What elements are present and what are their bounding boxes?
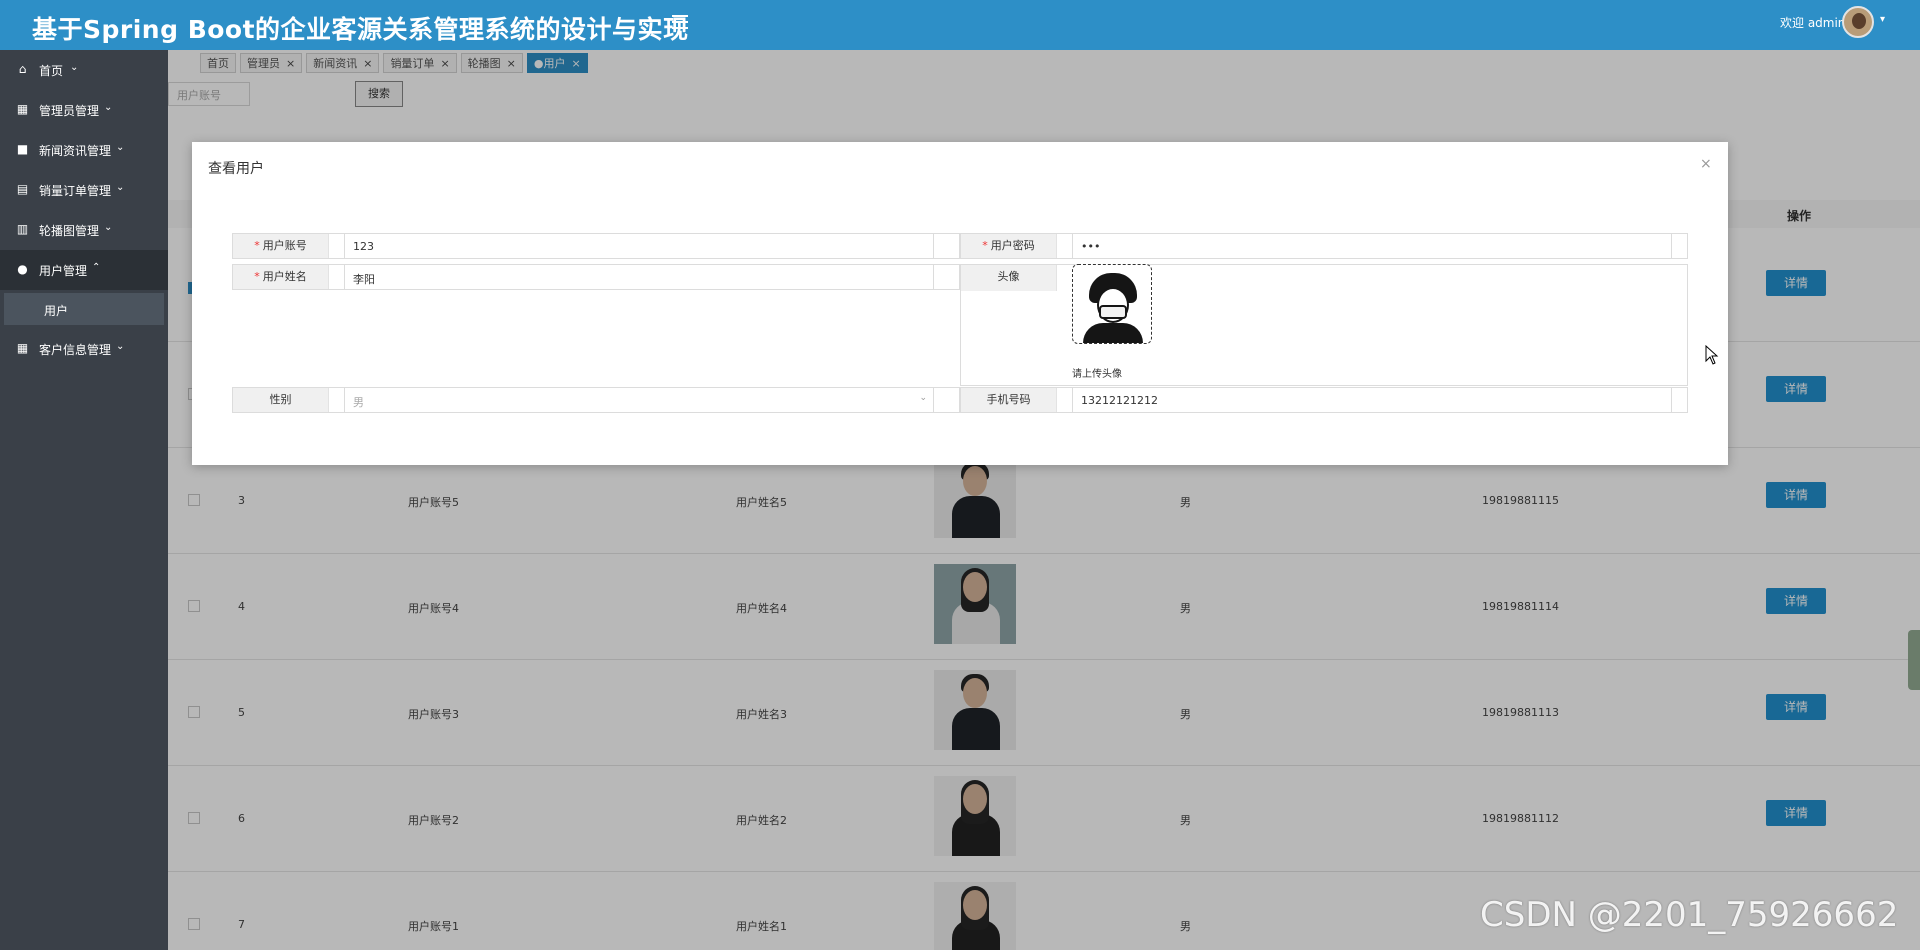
sidebar: ⌂ 首页 ⌄ ▦ 管理员管理 ⌄ ■ 新闻资讯管理 ⌄ ▤ 销量订单管理 ⌄ ▥… [0,50,168,950]
sidebar-item-admin[interactable]: ▦ 管理员管理 ⌄ [0,90,168,130]
welcome-text: 欢迎 admin [1780,16,1846,30]
sidebar-item-label: 轮播图管理 [39,224,100,238]
sidebar-item-label: 管理员管理 [39,104,100,118]
chevron-down-icon: ⌄ [104,222,113,233]
chevron-down-icon: ⌄ [919,393,927,403]
required-mark: * [254,270,260,283]
sidebar-item-news[interactable]: ■ 新闻资讯管理 ⌄ [0,130,168,170]
chevron-up-icon: ⌃ [92,262,101,273]
required-mark: * [254,239,260,252]
sidebar-item-home[interactable]: ⌂ 首页 ⌄ [0,50,168,90]
chevron-down-icon: ⌄ [116,341,125,352]
app-title: 基于Spring Boot的企业客源关系管理系统的设计与实现 [32,15,689,44]
sex-value: 男 [353,396,364,409]
password-label: * 用户密码 [961,234,1057,258]
home-icon: ⌂ [18,62,27,76]
sidebar-subitem-label: 用户 [44,304,69,318]
name-field[interactable]: 李阳 [344,264,934,290]
watermark: CSDN @2201_75926662 [1480,895,1899,935]
admin-icon: ▦ [16,102,29,116]
upload-hint: 请上传头像 [1072,369,1122,380]
news-icon: ■ [16,142,29,156]
user-icon: ● [17,262,28,276]
carousel-icon: ▥ [16,222,29,236]
view-user-dialog: 查看用户 × * 用户账号 123 * 用户密码 ••• * 用户姓名 李阳 头像 请… [192,142,1728,465]
customer-icon: ▦ [16,341,29,355]
sidebar-item-label: 用户管理 [39,264,88,278]
phone-field[interactable]: 13212121212 [1072,387,1672,413]
password-label-text: 用户密码 [990,239,1035,252]
sidebar-item-orders[interactable]: ▤ 销量订单管理 ⌄ [0,170,168,210]
sidebar-item-label: 新闻资讯管理 [39,144,112,158]
phone-label: 手机号码 [961,388,1057,412]
user-avatar[interactable] [1842,6,1874,38]
mouse-cursor-icon [1705,345,1719,365]
chevron-down-icon: ⌄ [70,62,79,73]
sidebar-subitem-user[interactable]: 用户 [4,293,164,325]
close-icon[interactable]: × [1700,156,1712,172]
sidebar-item-label: 首页 [39,64,64,78]
sidebar-item-label: 客户信息管理 [39,343,112,357]
password-field[interactable]: ••• [1072,233,1672,259]
side-panel-handle[interactable] [1908,630,1920,690]
dialog-title: 查看用户 [208,161,264,177]
chevron-down-icon[interactable]: ▾ [1880,14,1885,25]
avatar-row: 头像 [960,264,1688,386]
chevron-down-icon: ⌄ [104,102,113,113]
top-header: 基于Spring Boot的企业客源关系管理系统的设计与实现 欢迎 admin … [0,0,1920,50]
account-label: * 用户账号 [233,234,329,258]
avatar-label: 头像 [961,265,1057,291]
menu-toggle-icon[interactable] [670,12,690,32]
required-mark: * [982,239,988,252]
sex-select[interactable]: 男 ⌄ [344,387,934,413]
sidebar-item-carousel[interactable]: ▥ 轮播图管理 ⌄ [0,210,168,250]
sidebar-item-customers[interactable]: ▦ 客户信息管理 ⌄ [0,329,168,369]
sidebar-item-label: 销量订单管理 [39,184,112,198]
chevron-down-icon: ⌄ [116,142,125,153]
account-field[interactable]: 123 [344,233,934,259]
chevron-down-icon: ⌄ [116,182,125,193]
name-label: * 用户姓名 [233,265,329,289]
order-icon: ▤ [16,182,29,196]
avatar-upload[interactable] [1072,264,1152,344]
sex-label: 性别 [233,388,329,412]
sidebar-item-users[interactable]: ● 用户管理 ⌃ [0,250,168,290]
account-label-text: 用户账号 [262,239,307,252]
name-label-text: 用户姓名 [262,270,307,283]
